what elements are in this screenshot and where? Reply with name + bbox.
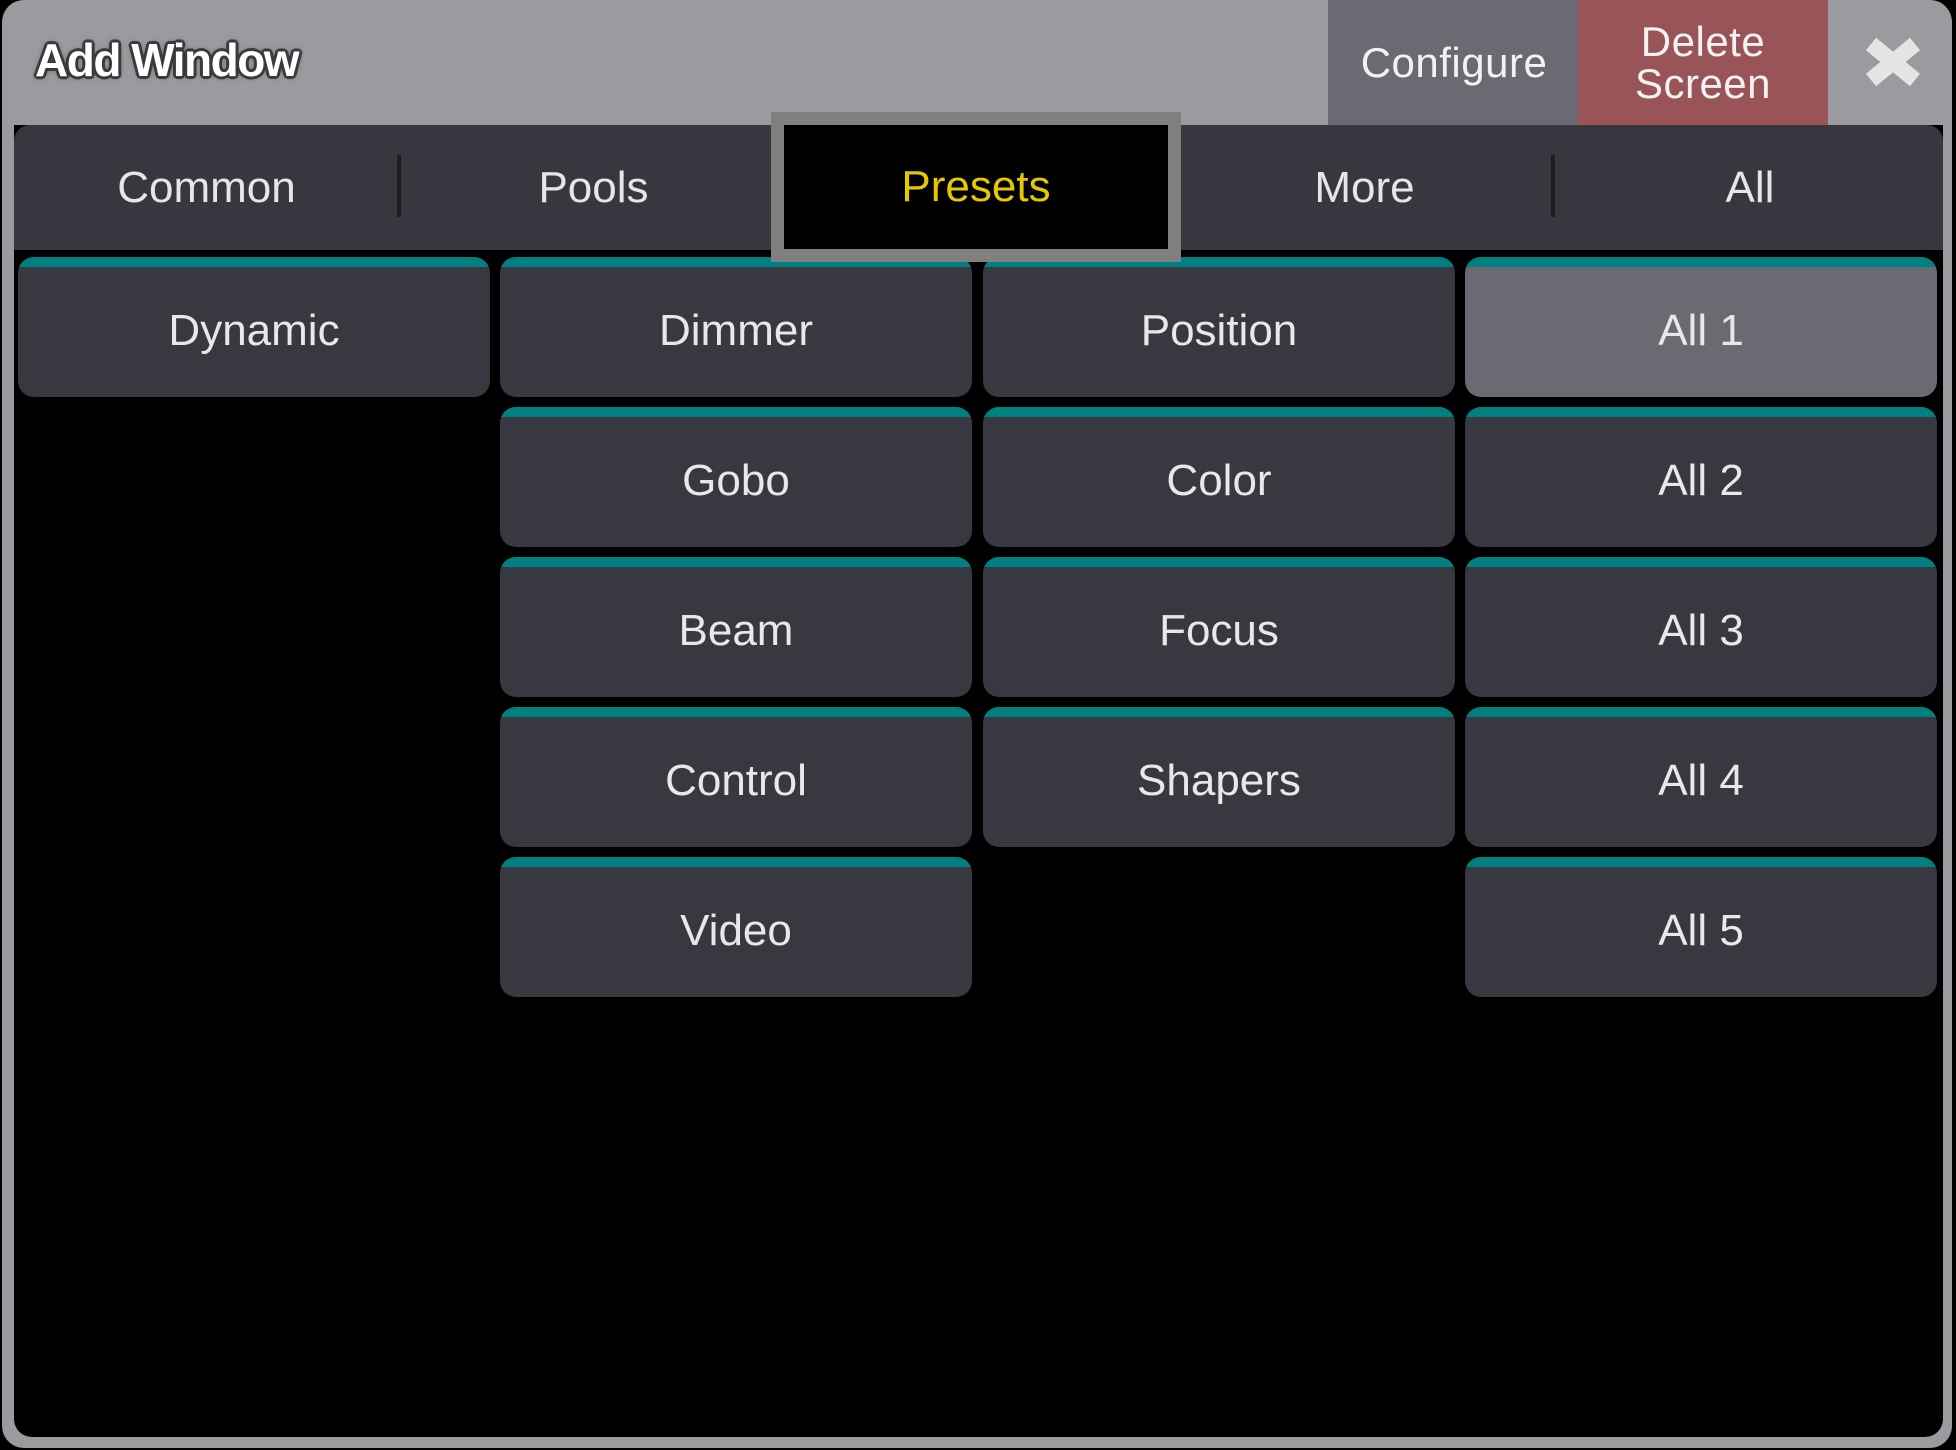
preset-button-all-4[interactable]: All 4 xyxy=(1465,707,1937,847)
tab-pools[interactable]: Pools xyxy=(401,125,786,250)
preset-button-label: Beam xyxy=(678,606,794,655)
preset-button-label: Color xyxy=(1166,456,1272,505)
preset-button-label: Focus xyxy=(1159,606,1279,655)
preset-button-label: All 3 xyxy=(1658,606,1744,655)
preset-button-focus[interactable]: Focus xyxy=(983,557,1455,697)
preset-button-label: Shapers xyxy=(1137,756,1301,805)
delete-screen-label-line1: Delete xyxy=(1640,17,1766,65)
tab-presets[interactable]: Presets xyxy=(771,112,1181,262)
preset-button-label: Gobo xyxy=(682,456,790,505)
preset-button-control[interactable]: Control xyxy=(500,707,972,847)
close-button[interactable] xyxy=(1858,30,1928,94)
tab-bar: Common Pools Presets More All xyxy=(14,112,1943,262)
delete-screen-label-line2: Screen xyxy=(1634,59,1772,107)
tab-common[interactable]: Common xyxy=(14,125,399,250)
preset-button-all-1[interactable]: All 1 xyxy=(1465,257,1937,397)
preset-button-label: All 1 xyxy=(1658,306,1744,355)
preset-button-label: All 5 xyxy=(1658,906,1744,955)
configure-button[interactable]: Configure xyxy=(1328,0,1580,125)
preset-button-all-5[interactable]: All 5 xyxy=(1465,857,1937,997)
tab-more[interactable]: More xyxy=(1172,125,1557,250)
preset-button-all-3[interactable]: All 3 xyxy=(1465,557,1937,697)
preset-button-label: Dimmer xyxy=(659,306,813,355)
preset-button-position[interactable]: Position xyxy=(983,257,1455,397)
preset-button-label: All 2 xyxy=(1658,456,1744,505)
preset-button-label: Control xyxy=(665,756,807,805)
preset-button-color[interactable]: Color xyxy=(983,407,1455,547)
preset-button-video[interactable]: Video xyxy=(500,857,972,997)
tab-all[interactable]: All xyxy=(1557,125,1943,250)
preset-button-label: All 4 xyxy=(1658,756,1744,805)
preset-button-shapers[interactable]: Shapers xyxy=(983,707,1455,847)
preset-button-gobo[interactable]: Gobo xyxy=(500,407,972,547)
preset-button-label: Video xyxy=(680,906,792,955)
preset-button-dimmer[interactable]: Dimmer xyxy=(500,257,972,397)
preset-button-label: Position xyxy=(1140,306,1298,355)
close-icon xyxy=(1865,37,1921,87)
preset-button-dynamic[interactable]: Dynamic xyxy=(18,257,490,397)
preset-button-label: Dynamic xyxy=(168,306,340,355)
window-title: Add Window xyxy=(35,34,300,86)
preset-button-beam[interactable]: Beam xyxy=(500,557,972,697)
tab-divider xyxy=(1551,155,1555,217)
preset-button-all-2[interactable]: All 2 xyxy=(1465,407,1937,547)
delete-screen-button[interactable]: Delete Screen xyxy=(1578,0,1828,125)
